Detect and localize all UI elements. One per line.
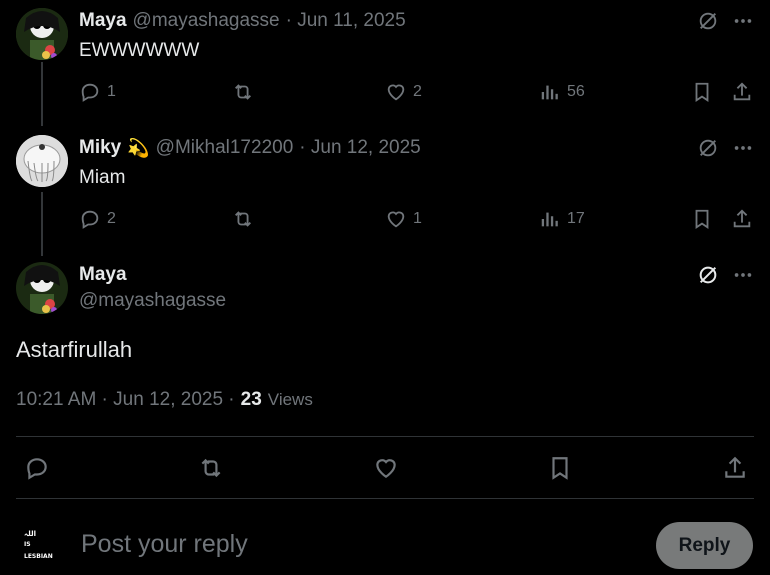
avatar-text: LESBIAN — [24, 553, 53, 560]
author-name[interactable]: Miky — [79, 137, 121, 159]
share-action[interactable] — [731, 81, 753, 103]
reply-action[interactable]: 1 — [79, 81, 116, 103]
heart-icon — [376, 459, 396, 478]
views-count: 17 — [567, 210, 585, 227]
reply-button[interactable]: Reply — [656, 522, 753, 569]
bookmark-icon — [552, 457, 568, 480]
share-icon — [733, 82, 751, 101]
avatar[interactable] — [16, 8, 68, 60]
bookmark-action[interactable] — [547, 455, 573, 481]
views-icon — [541, 85, 558, 100]
thread-line — [41, 62, 43, 126]
author-handle[interactable]: @Mikhal172200 — [156, 137, 294, 159]
views-count: 23 — [240, 389, 262, 410]
repost-action[interactable] — [232, 81, 254, 103]
reply-icon — [81, 83, 99, 102]
tweet-date[interactable]: · Jun 11, 2025 — [286, 10, 406, 32]
reply-icon — [27, 458, 47, 480]
like-count: 2 — [413, 83, 422, 100]
like-action[interactable]: 1 — [385, 208, 422, 230]
heart-icon — [387, 84, 405, 101]
reply-action[interactable]: 2 — [79, 208, 116, 230]
author-name[interactable]: Maya — [79, 10, 127, 32]
like-count: 1 — [413, 210, 422, 227]
reply-action[interactable] — [24, 455, 50, 481]
bookmark-action[interactable] — [691, 81, 713, 103]
more-icon[interactable] — [732, 137, 754, 164]
divider — [16, 436, 754, 437]
tweet-text: Astarfirullah — [16, 337, 133, 362]
author-emoji: 💫 — [127, 137, 150, 158]
bookmark-icon — [695, 209, 709, 229]
reply-count: 2 — [107, 210, 116, 227]
author-name[interactable]: Maya — [79, 264, 127, 286]
like-action[interactable] — [373, 455, 399, 481]
views-action[interactable]: 17 — [539, 208, 585, 230]
avatar[interactable] — [16, 262, 68, 314]
share-action[interactable] — [731, 208, 753, 230]
views-label: Views — [267, 390, 313, 409]
share-icon — [733, 209, 751, 228]
share-action[interactable] — [722, 455, 748, 481]
tweet-date[interactable]: · Jun 12, 2025 — [299, 137, 420, 159]
grok-icon[interactable] — [697, 10, 719, 37]
bookmark-icon — [695, 82, 709, 102]
more-icon[interactable] — [732, 10, 754, 37]
thread-line — [41, 192, 43, 256]
author-handle[interactable]: @mayashagasse — [79, 290, 226, 312]
repost-action[interactable] — [232, 208, 254, 230]
tweet-text: EWWWWWW — [79, 40, 200, 61]
tweet-timestamp[interactable]: 10:21 AM · Jun 12, 2025 · — [16, 389, 235, 411]
divider — [16, 498, 754, 499]
repost-icon — [235, 211, 251, 227]
grok-icon[interactable] — [697, 264, 719, 291]
reply-icon — [81, 210, 99, 229]
views-icon — [541, 212, 558, 227]
repost-icon — [235, 84, 251, 100]
user-avatar[interactable]: اللہ IS LESBIAN — [16, 522, 64, 570]
author-handle[interactable]: @mayashagasse — [133, 10, 280, 32]
reply-count: 1 — [107, 83, 116, 100]
views-count: 56 — [567, 83, 585, 100]
tweet-text: Miam — [79, 167, 126, 188]
more-icon[interactable] — [732, 264, 754, 291]
grok-icon[interactable] — [697, 137, 719, 164]
avatar[interactable] — [16, 135, 68, 187]
bookmark-action[interactable] — [691, 208, 713, 230]
share-icon — [725, 456, 745, 478]
views-action[interactable]: 56 — [539, 81, 585, 103]
heart-icon — [387, 211, 405, 228]
repost-action[interactable] — [198, 455, 224, 481]
svg-text:اللہ: اللہ — [24, 530, 36, 538]
like-action[interactable]: 2 — [385, 81, 422, 103]
repost-icon — [201, 458, 221, 478]
reply-input[interactable]: Post your reply — [81, 530, 248, 559]
svg-text:IS: IS — [24, 541, 31, 548]
